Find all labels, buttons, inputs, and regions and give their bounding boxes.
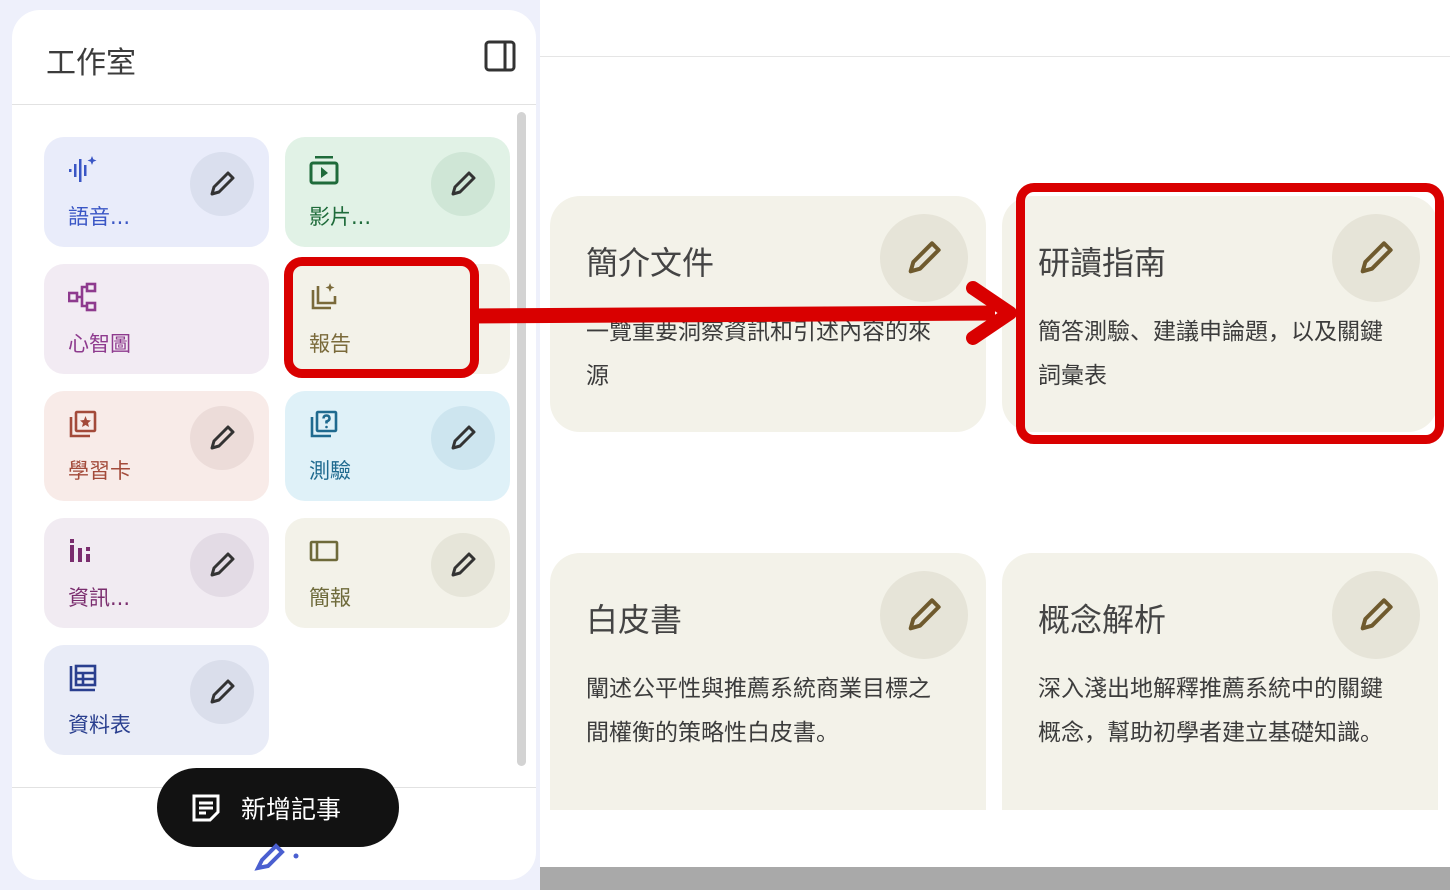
card-title: 白皮書 <box>586 601 683 639</box>
edit-pencil-icon[interactable] <box>190 660 254 724</box>
highlight-study-guide-card <box>1016 183 1444 444</box>
studio-panel: 工作室 語音... 影片... 心智圖 報告 學習卡 測驗 資訊... 簡報 資… <box>12 10 536 880</box>
tile-infographic[interactable]: 資訊... <box>44 518 269 628</box>
card-description: 深入淺出地解釋推薦系統中的關鍵概念，幫助初學者建立基礎知識。 <box>1038 676 1383 746</box>
collapse-panel-icon[interactable] <box>484 40 516 72</box>
tile-label: 學習卡 <box>68 459 131 483</box>
report-card-white-paper[interactable]: 白皮書 闡述公平性與推薦系統商業目標之間權衡的策略性白皮書。 <box>550 553 986 810</box>
tile-data-table[interactable]: 資料表 <box>44 645 269 755</box>
edit-pencil-icon[interactable] <box>431 533 495 597</box>
note-icon <box>191 793 221 823</box>
tile-label: 測驗 <box>309 459 351 483</box>
tile-quiz[interactable]: 測驗 <box>285 391 510 501</box>
tile-label: 簡報 <box>309 586 351 610</box>
edit-pencil-icon[interactable] <box>880 571 968 659</box>
card-description: 闡述公平性與推薦系統商業目標之間權衡的策略性白皮書。 <box>586 676 931 746</box>
scrollbar[interactable] <box>517 112 526 766</box>
slides-icon <box>309 536 339 566</box>
magic-pen-icon <box>254 838 304 872</box>
tile-audio-overview[interactable]: 語音... <box>44 137 269 247</box>
tile-mind-map[interactable]: 心智圖 <box>44 264 269 374</box>
highlight-report-tile <box>284 257 479 378</box>
audio-waveform-icon <box>68 155 98 185</box>
data-table-icon <box>68 663 98 693</box>
quiz-icon <box>309 409 339 439</box>
flashcards-icon <box>68 409 98 439</box>
tile-flashcards[interactable]: 學習卡 <box>44 391 269 501</box>
top-divider <box>540 56 1450 57</box>
card-title: 概念解析 <box>1038 601 1167 639</box>
tile-label: 資訊... <box>68 586 131 610</box>
edit-pencil-icon[interactable] <box>190 152 254 216</box>
studio-header: 工作室 <box>12 10 536 105</box>
tile-label: 心智圖 <box>68 332 131 356</box>
tile-slides[interactable]: 簡報 <box>285 518 510 628</box>
tile-label: 語音... <box>68 205 131 229</box>
edit-pencil-icon[interactable] <box>190 533 254 597</box>
add-note-label: 新增記事 <box>241 794 342 824</box>
tile-video-overview[interactable]: 影片... <box>285 137 510 247</box>
annotation-arrow <box>470 281 1017 345</box>
tile-label: 影片... <box>309 205 372 229</box>
video-overview-icon <box>309 155 339 185</box>
edit-pencil-icon[interactable] <box>190 406 254 470</box>
edit-pencil-icon[interactable] <box>1332 571 1420 659</box>
infographic-icon <box>68 536 98 566</box>
edit-pencil-icon[interactable] <box>431 152 495 216</box>
add-note-button[interactable]: 新增記事 <box>157 768 399 847</box>
tile-label: 資料表 <box>68 713 131 737</box>
edit-pencil-icon[interactable] <box>431 406 495 470</box>
report-card-concept-explainer[interactable]: 概念解析 深入淺出地解釋推薦系統中的關鍵概念，幫助初學者建立基礎知識。 <box>1002 553 1438 810</box>
bottom-bar <box>540 867 1450 890</box>
mind-map-icon <box>67 282 98 312</box>
studio-title: 工作室 <box>46 46 136 81</box>
card-title: 簡介文件 <box>586 244 715 282</box>
